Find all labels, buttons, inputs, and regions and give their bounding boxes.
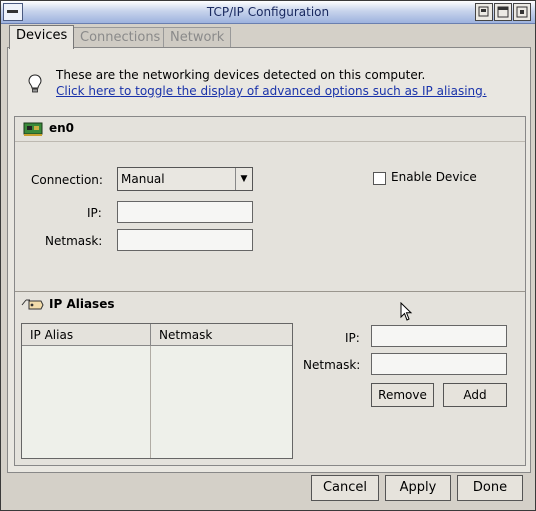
alias-netmask-label: Netmask: bbox=[303, 358, 361, 372]
maximize-button[interactable] bbox=[494, 3, 512, 21]
device-header: en0 bbox=[15, 117, 525, 142]
connection-dropdown[interactable]: Manual ▼ bbox=[117, 167, 253, 191]
ip-aliases-header: IP Aliases bbox=[15, 293, 525, 317]
mouse-cursor-icon bbox=[400, 302, 413, 321]
tag-icon bbox=[21, 299, 44, 310]
ip-label: IP: bbox=[87, 206, 102, 220]
remove-alias-button[interactable]: Remove bbox=[371, 383, 434, 407]
netmask-column-header[interactable]: Netmask bbox=[151, 324, 292, 346]
alias-ip-label: IP: bbox=[345, 331, 360, 345]
window-title: TCP/IP Configuration bbox=[206, 5, 330, 19]
apply-button[interactable]: Apply bbox=[385, 475, 451, 501]
tab-network[interactable]: Network bbox=[163, 27, 232, 48]
dropdown-arrow-icon: ▼ bbox=[235, 168, 252, 190]
device-group: en0 Connection: Manual ▼ IP: Netmask: En… bbox=[14, 116, 526, 466]
title-bar[interactable]: TCP/IP Configuration bbox=[1, 1, 535, 24]
tab-connections[interactable]: Connections bbox=[73, 27, 168, 48]
ip-alias-column-header[interactable]: IP Alias bbox=[22, 324, 151, 346]
done-button[interactable]: Done bbox=[457, 475, 523, 501]
alias-ip-field[interactable] bbox=[371, 325, 507, 347]
close-button[interactable] bbox=[513, 3, 531, 21]
connection-value: Manual bbox=[121, 172, 165, 186]
tcpip-config-window: TCP/IP Configuration Devices Connections… bbox=[0, 0, 536, 511]
info-text: These are the networking devices detecte… bbox=[56, 68, 426, 82]
minimize-button[interactable] bbox=[475, 3, 493, 21]
advanced-options-link[interactable]: Click here to toggle the display of adva… bbox=[56, 84, 487, 98]
maximize-icon bbox=[497, 6, 509, 18]
ip-aliases-title: IP Aliases bbox=[49, 297, 115, 311]
netmask-field[interactable] bbox=[117, 229, 253, 251]
alias-netmask-field[interactable] bbox=[371, 353, 507, 375]
netmask-label: Netmask: bbox=[45, 234, 103, 248]
add-alias-button[interactable]: Add bbox=[443, 383, 507, 407]
network-card-icon bbox=[23, 122, 43, 136]
minimize-icon bbox=[478, 6, 489, 17]
devices-tab-panel: These are the networking devices detecte… bbox=[7, 47, 531, 473]
close-icon bbox=[516, 6, 528, 18]
section-divider bbox=[15, 291, 525, 292]
device-name: en0 bbox=[49, 121, 75, 135]
dialog-footer: Cancel Apply Done bbox=[7, 473, 529, 505]
enable-device-label[interactable]: Enable Device bbox=[391, 170, 477, 184]
tab-devices[interactable]: Devices bbox=[9, 25, 75, 49]
ip-field[interactable] bbox=[117, 201, 253, 223]
column-divider bbox=[150, 346, 151, 458]
connection-label: Connection: bbox=[31, 173, 103, 187]
lightbulb-icon bbox=[28, 74, 42, 93]
ip-aliases-table[interactable]: IP Alias Netmask bbox=[21, 323, 293, 459]
cancel-button[interactable]: Cancel bbox=[311, 475, 379, 501]
enable-device-checkbox[interactable] bbox=[373, 172, 386, 185]
